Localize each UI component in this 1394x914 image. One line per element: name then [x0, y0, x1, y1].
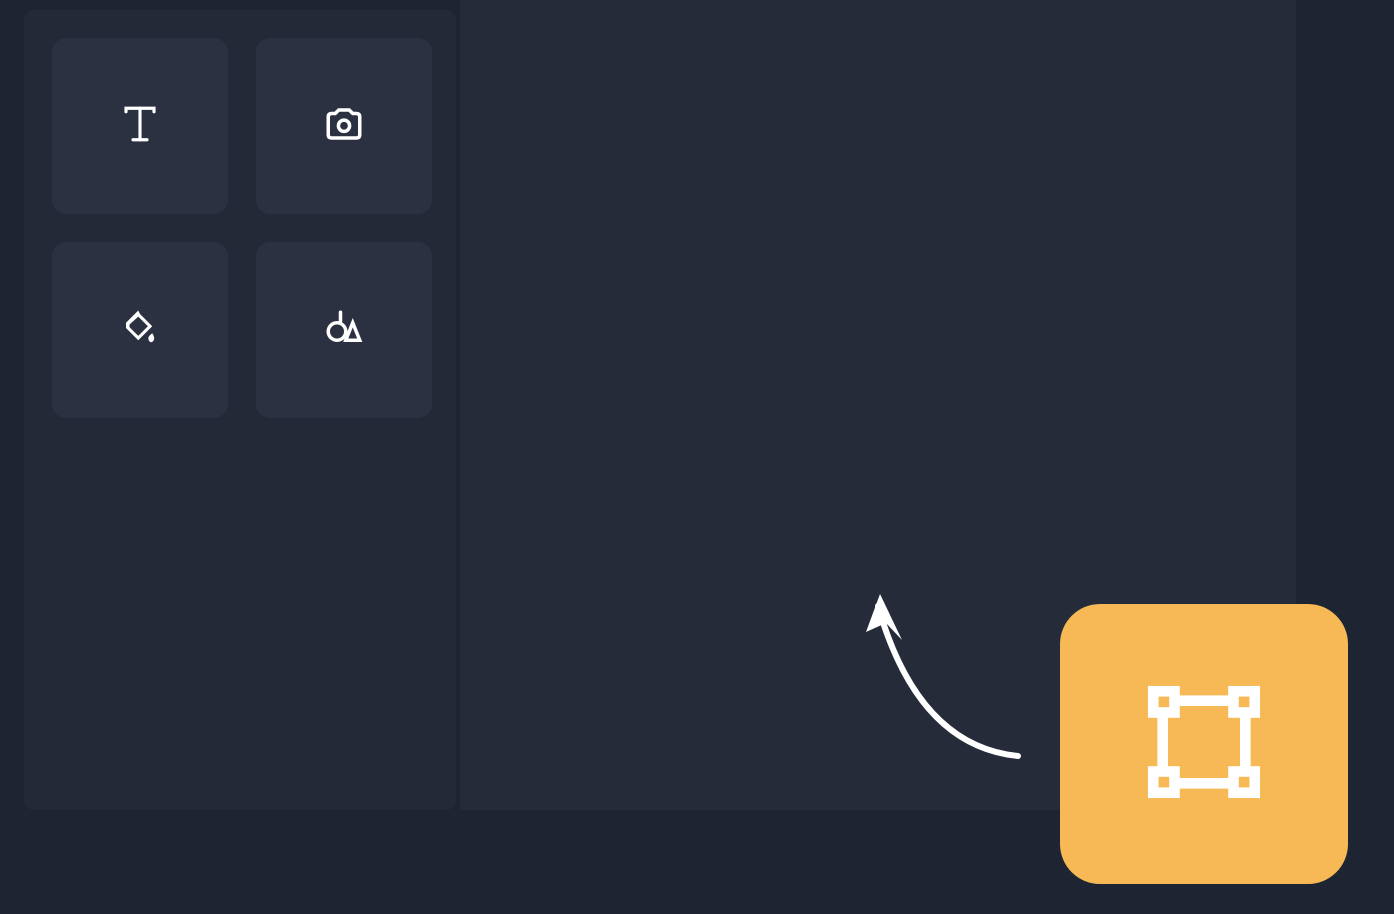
tool-shapes[interactable]	[256, 242, 432, 418]
tool-panel	[24, 10, 456, 810]
tool-camera[interactable]	[256, 38, 432, 214]
paint-bucket-icon	[119, 307, 161, 354]
tool-text[interactable]	[52, 38, 228, 214]
text-icon	[119, 103, 161, 150]
bounding-box-icon	[1145, 683, 1263, 806]
tool-fill[interactable]	[52, 242, 228, 418]
fab-object-select[interactable]	[1060, 604, 1348, 884]
shapes-icon	[323, 307, 365, 354]
camera-icon	[323, 103, 365, 150]
